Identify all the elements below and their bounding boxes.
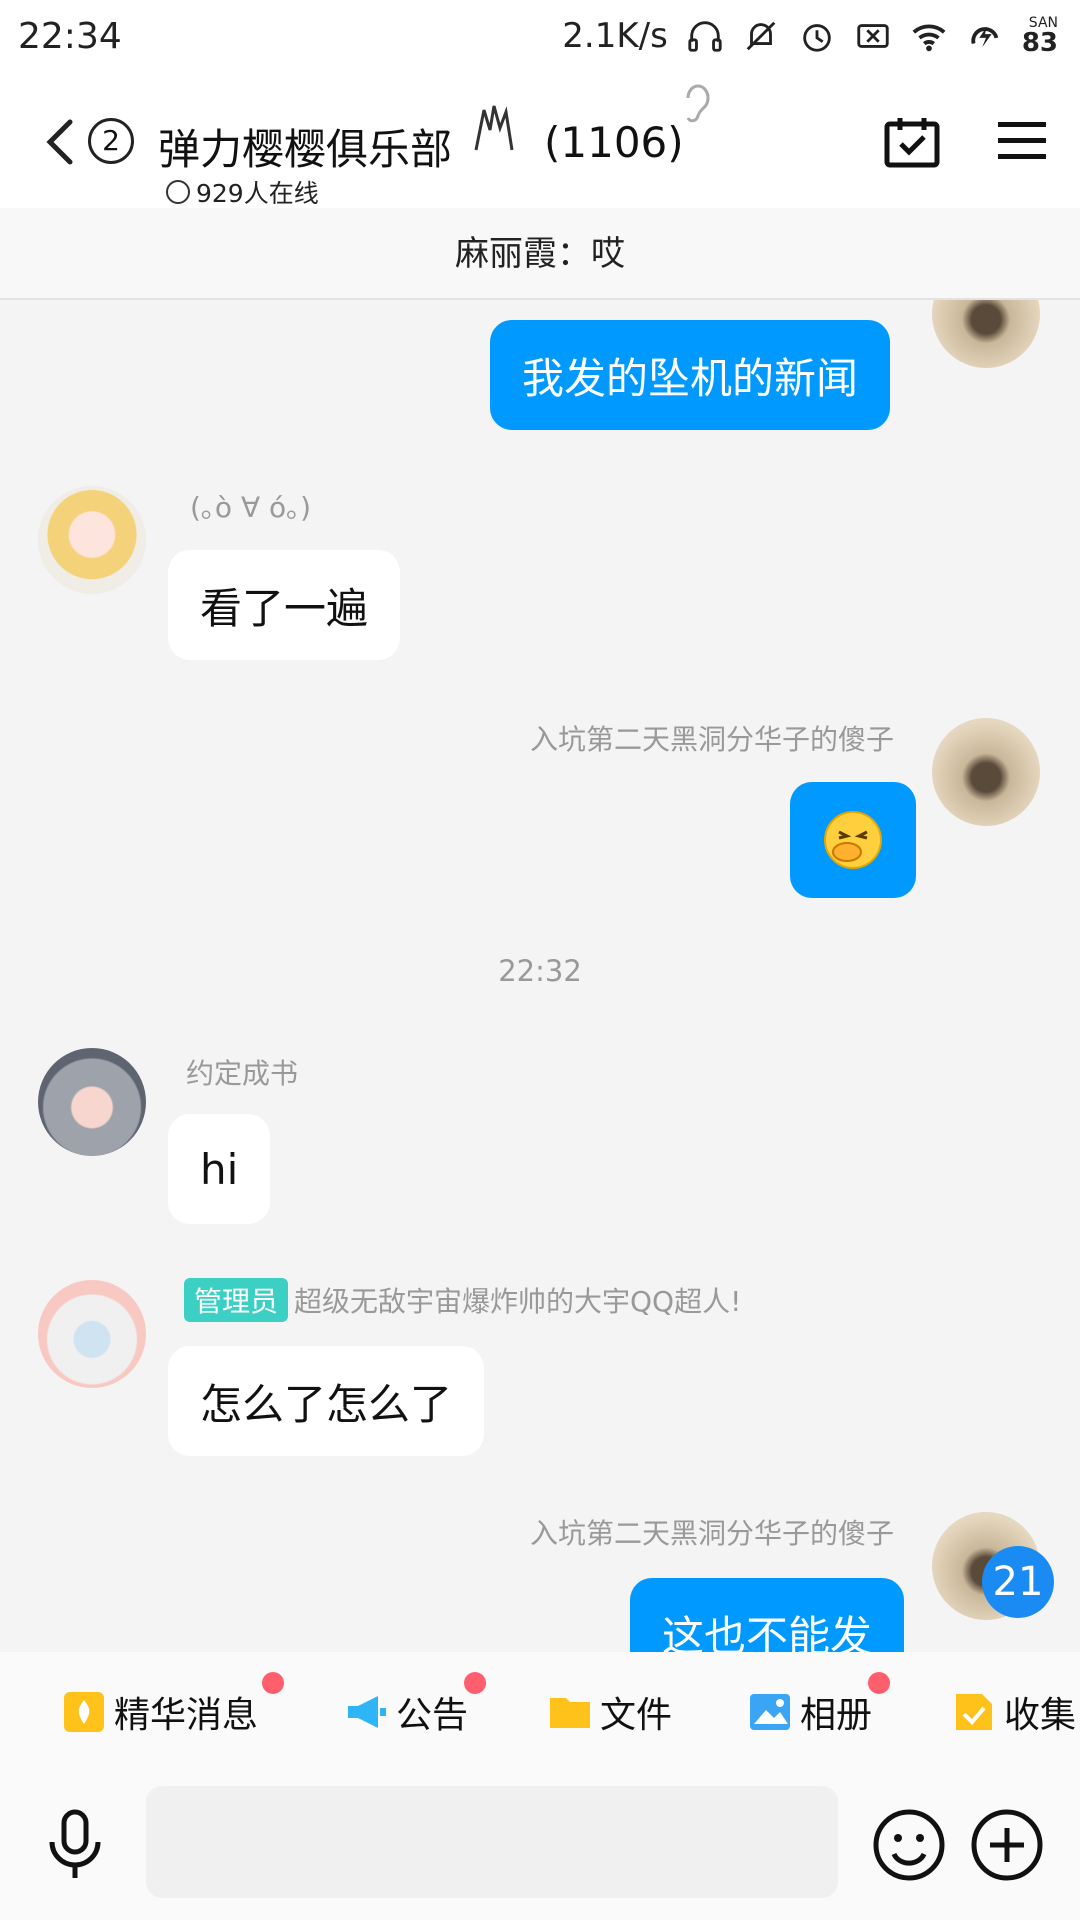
- battery-level: SAN 83: [1021, 15, 1058, 58]
- admin-badge: 管理员: [184, 1278, 289, 1322]
- avatar[interactable]: [932, 718, 1040, 826]
- tool-album[interactable]: 相册: [748, 1672, 890, 1738]
- message-bubble[interactable]: 怎么了怎么了: [168, 1346, 485, 1456]
- tool-collect[interactable]: 收集: [952, 1686, 1076, 1738]
- sender-name: 管理员 超级无敌宇宙爆炸帅的大宇QQ超人!: [184, 1278, 741, 1322]
- menu-icon[interactable]: [998, 120, 1046, 162]
- sender-name: 入坑第二天黑洞分华子的傻子: [529, 723, 894, 756]
- red-dot-indicator: [262, 1672, 284, 1694]
- avatar[interactable]: [932, 300, 1040, 368]
- sender-name: (｡ò ∀ ó｡): [190, 491, 312, 524]
- emoji-icon[interactable]: [872, 1808, 946, 1882]
- hand-drawn-icon: [474, 105, 514, 151]
- wifi-icon: [912, 24, 946, 52]
- message-bubble[interactable]: [790, 782, 916, 898]
- ear-icon: [686, 84, 710, 123]
- collect-icon: [956, 1694, 992, 1730]
- folder-icon: [550, 1698, 590, 1728]
- group-name[interactable]: 弹力樱樱俱乐部: [158, 116, 452, 177]
- input-bar: [0, 1764, 1080, 1920]
- avatar[interactable]: [38, 1280, 146, 1388]
- message-bubble[interactable]: hi: [168, 1114, 271, 1224]
- chat-header: 2 弹力樱樱俱乐部 (1106) 929人在线: [0, 72, 1080, 208]
- status-time: 22:34: [18, 16, 122, 57]
- battery-saver-icon: [971, 26, 999, 48]
- microphone-icon[interactable]: [44, 1808, 106, 1880]
- status-icons: 2.1K/s SAN 83: [562, 14, 1058, 58]
- sender-name: 约定成书: [186, 1057, 299, 1090]
- unread-messages-badge[interactable]: 21: [982, 1546, 1054, 1618]
- announcement-icon: [348, 1696, 386, 1728]
- bell-muted-icon: [746, 21, 776, 51]
- avatar[interactable]: [38, 1048, 146, 1156]
- member-count[interactable]: (1106): [544, 118, 684, 167]
- face-covering-mouth-emoji-icon: [824, 811, 882, 869]
- message-bubble[interactable]: 看了一遍: [168, 550, 401, 660]
- group-tools-bar: 精华消息 公告 文件 相册 收集: [0, 1652, 1080, 1764]
- red-dot-indicator: [464, 1672, 486, 1694]
- sim-off-icon: [857, 24, 889, 48]
- unread-count-badge[interactable]: 2: [88, 118, 134, 164]
- essence-icon: [64, 1692, 104, 1732]
- network-speed: 2.1K/s: [562, 16, 668, 56]
- calendar-check-icon[interactable]: [884, 116, 940, 168]
- avatar[interactable]: [38, 486, 146, 594]
- chevron-down-icon: [166, 180, 190, 204]
- timestamp: 22:32: [498, 954, 582, 988]
- sender-name: 入坑第二天黑洞分华子的傻子: [529, 1517, 894, 1550]
- alarm-icon: [803, 24, 831, 52]
- back-arrow-icon[interactable]: [40, 116, 80, 168]
- status-bar: 22:34 2.1K/s SAN 83: [0, 0, 1080, 72]
- message-bubble[interactable]: 我发的坠机的新闻: [490, 320, 891, 430]
- album-icon: [750, 1694, 790, 1730]
- red-dot-indicator: [868, 1672, 890, 1694]
- tool-essence[interactable]: 精华消息: [62, 1672, 284, 1738]
- tool-files[interactable]: 文件: [548, 1686, 672, 1738]
- pinned-banner[interactable]: 麻丽霞：哎: [0, 208, 1080, 300]
- message-input[interactable]: [146, 1786, 838, 1898]
- online-count: 929人在线: [196, 179, 319, 208]
- plus-icon[interactable]: [970, 1808, 1044, 1882]
- tool-announcement[interactable]: 公告: [344, 1672, 486, 1738]
- chat-area[interactable]: 我发的坠机的新闻 (｡ò ∀ ó｡) 看了一遍 入坑第二天黑洞分华子的傻子 22…: [0, 300, 1080, 1652]
- message-bubble[interactable]: 这也不能发: [630, 1578, 905, 1652]
- headphones-icon: [688, 21, 722, 52]
- online-status[interactable]: 929人在线: [166, 174, 319, 210]
